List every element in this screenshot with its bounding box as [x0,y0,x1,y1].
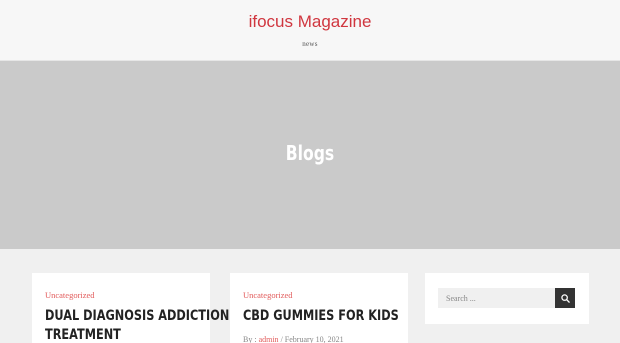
post-author-link[interactable]: admin [259,335,279,343]
page-title: Blogs [285,141,335,165]
post-title-line: CBD GUMMIES FOR KIDS [243,308,399,324]
post-title-line: TREATMENT [45,327,121,343]
post-title[interactable]: CBD GUMMIES FOR KIDS [243,307,399,326]
search-button[interactable] [555,288,575,308]
post-title[interactable]: DUAL DIAGNOSIS ADDICTION TREATMENT [45,307,229,343]
post-date: February 10, 2021 [284,335,344,343]
search-icon [560,293,570,303]
post-category-link[interactable]: Uncategorized [45,290,95,300]
post-meta-by: By : [243,335,259,343]
site-header: ifocus Magazine news [0,0,620,61]
post-title-line: DUAL DIAGNOSIS ADDICTION [45,308,230,324]
sidebar-search-widget [425,273,589,324]
post-category-link[interactable]: Uncategorized [243,290,293,300]
site-tagline: news [302,40,318,48]
site-title[interactable]: ifocus Magazine [0,12,620,32]
post-card: Uncategorized CBD GUMMIES FOR KIDS By : … [230,273,408,343]
post-meta: By : admin / February 10, 2021 [243,335,344,343]
post-card: Uncategorized DUAL DIAGNOSIS ADDICTION T… [32,273,229,343]
page-hero: Blogs [0,61,620,249]
search-input[interactable] [438,288,555,308]
